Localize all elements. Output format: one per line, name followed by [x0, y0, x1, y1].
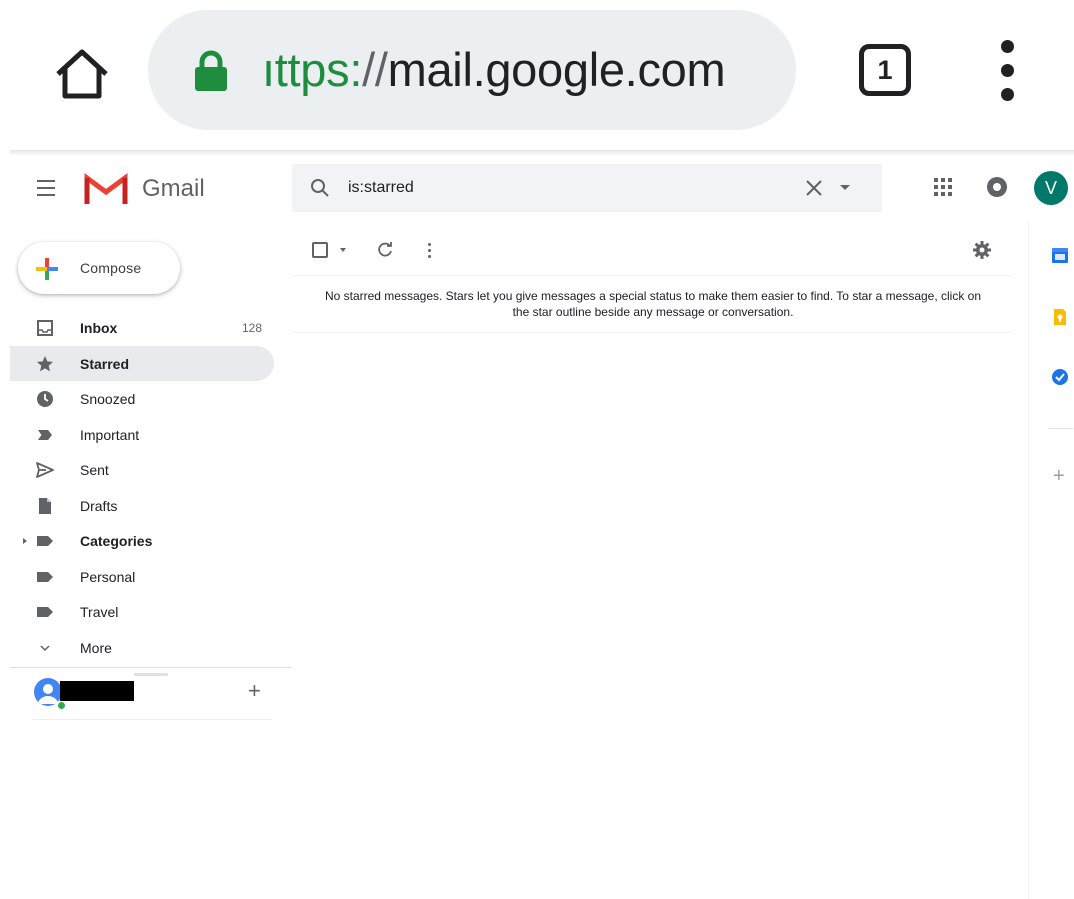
sidebar: Compose Inbox 128 Starred Snoozed Import… [10, 230, 292, 899]
select-options-icon[interactable] [340, 248, 346, 252]
url-separator: // [362, 43, 388, 96]
notifications-icon[interactable] [986, 176, 1008, 198]
clear-search-icon[interactable] [802, 176, 826, 200]
sidebar-item-label: Categories [80, 533, 153, 549]
online-status-dot [56, 700, 67, 711]
sidebar-item-inbox[interactable]: Inbox 128 [10, 310, 274, 346]
gmail-header: Gmail V [10, 156, 1074, 220]
inbox-count: 128 [241, 321, 262, 335]
lock-icon [195, 50, 227, 91]
list-toolbar [292, 230, 1012, 276]
sidebar-item-label: Personal [80, 568, 136, 585]
sidebar-item-label: More [80, 639, 112, 656]
sidebar-item-drafts[interactable]: Drafts [10, 488, 274, 524]
settings-gear-icon[interactable] [972, 240, 992, 260]
url-text: ıttps://mail.google.com [262, 43, 726, 96]
sidebar-item-categories[interactable]: Categories [10, 523, 274, 559]
expand-caret-icon[interactable] [23, 538, 27, 544]
clock-icon [37, 391, 53, 407]
search-input[interactable] [348, 176, 778, 200]
refresh-icon[interactable] [376, 241, 394, 259]
redacted-account-name [60, 681, 134, 701]
sidebar-item-more[interactable]: More [10, 630, 274, 666]
address-bar[interactable]: ıttps://mail.google.com [148, 10, 796, 130]
compose-plus-icon [36, 258, 58, 280]
sidebar-item-label: Starred [80, 355, 130, 372]
send-icon [36, 462, 54, 478]
main-menu-icon[interactable] [37, 180, 55, 196]
tab-switcher-button[interactable]: 1 [859, 44, 911, 96]
select-all-checkbox[interactable] [312, 242, 328, 258]
sidebar-item-label: Travel [80, 604, 119, 620]
sidebar-item-label: Snoozed [80, 391, 136, 407]
more-actions-icon[interactable] [428, 241, 432, 259]
url-host: mail.google.com [387, 43, 726, 96]
inbox-icon [37, 320, 53, 336]
important-icon [38, 429, 52, 440]
browser-menu-icon[interactable] [996, 40, 1020, 102]
sidebar-item-important[interactable]: Important [10, 417, 274, 453]
calendar-icon[interactable] [1051, 246, 1069, 264]
sidebar-item-sent[interactable]: Sent [10, 452, 274, 488]
gmail-logo-icon[interactable] [84, 172, 128, 206]
message-list-divider [292, 332, 1012, 333]
empty-state-message: No starred messages. Stars let you give … [324, 289, 982, 319]
sidebar-item-label: Sent [80, 462, 109, 478]
label-icon [37, 536, 53, 546]
search-icon[interactable] [310, 178, 330, 198]
star-icon [37, 355, 53, 371]
message-list-area: No starred messages. Stars let you give … [292, 230, 1018, 899]
sidebar-item-label: Inbox [80, 320, 118, 336]
gmail-wordmark: Gmail [142, 175, 205, 202]
chevron-down-icon [40, 644, 50, 651]
keep-icon[interactable] [1051, 308, 1069, 326]
search-bar[interactable] [292, 164, 882, 212]
search-options-icon[interactable] [840, 185, 850, 190]
label-icon [37, 607, 53, 617]
home-button[interactable] [50, 44, 114, 104]
compose-button[interactable]: Compose [18, 242, 180, 294]
side-panel: + [1028, 222, 1074, 899]
new-conversation-button[interactable]: + [248, 680, 261, 702]
apps-grid-icon[interactable] [934, 178, 952, 196]
sidebar-item-starred[interactable]: Starred [10, 345, 274, 381]
side-panel-divider [1049, 428, 1073, 429]
sidebar-item-snoozed[interactable]: Snoozed [10, 381, 274, 417]
hangouts-resize-handle[interactable] [134, 673, 168, 676]
sidebar-item-travel[interactable]: Travel [10, 594, 274, 630]
url-scheme: ıttps: [262, 43, 363, 96]
home-icon [56, 49, 108, 99]
compose-label: Compose [80, 260, 142, 276]
sidebar-item-label: Important [80, 426, 140, 443]
browser-toolbar: ıttps://mail.google.com 1 [0, 0, 1074, 150]
hangouts-divider [32, 719, 272, 720]
tasks-icon[interactable] [1051, 368, 1069, 386]
sidebar-item-label: Drafts [80, 497, 118, 514]
sidebar-nav: Inbox 128 Starred Snoozed Important Sent… [10, 310, 274, 665]
sidebar-item-personal[interactable]: Personal [10, 559, 274, 595]
get-addons-button[interactable]: + [1053, 466, 1065, 486]
draft-icon [39, 497, 51, 514]
label-icon [37, 571, 53, 582]
account-avatar[interactable]: V [1034, 171, 1068, 205]
sidebar-divider [10, 667, 292, 668]
